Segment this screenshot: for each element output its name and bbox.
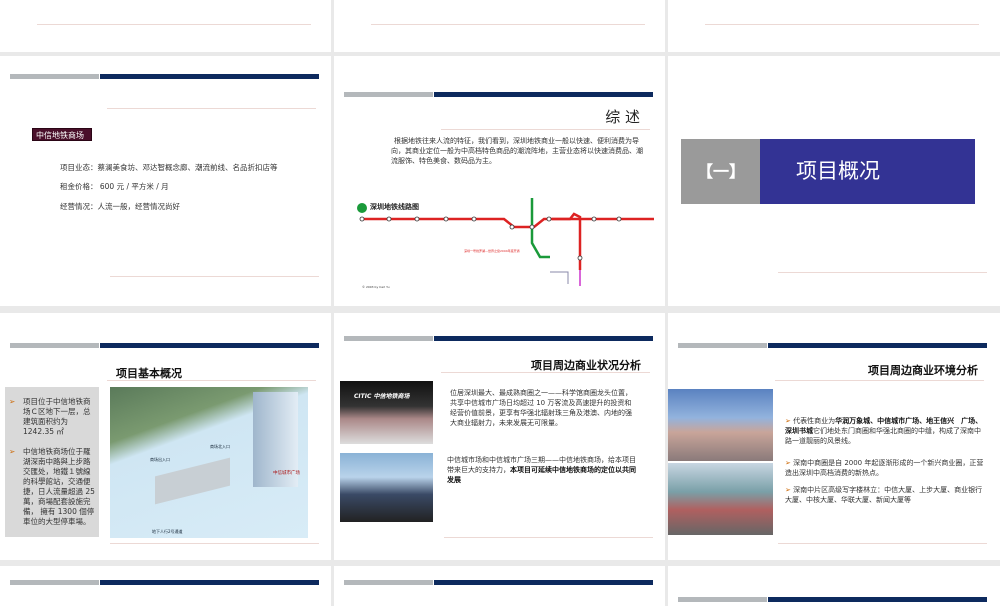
header-bar-navy	[434, 580, 653, 585]
slide-title: 项目周边商业环境分析	[868, 364, 978, 377]
bullet: ➢ 项目位于中信地铁商场Ｃ区地下一层，总建筑面积约为1242.35 ㎡	[9, 397, 91, 436]
info-line: 租金价格： 600 元 / 平方米 / 月	[60, 182, 169, 191]
slide-thumbnail-8[interactable]: 项目周边商业状况分析 CITIC 中信地铁商场 位居深圳最大、最成熟商圈之一——…	[334, 313, 665, 560]
slide-title: 项目周边商业状况分析	[531, 359, 641, 372]
slide-thumbnail-12[interactable]	[668, 566, 1000, 606]
header-bar-gray	[10, 343, 99, 348]
map-credit: © 2003 by Carl Yu	[362, 285, 390, 289]
slide-thumbnail-11[interactable]	[334, 566, 665, 606]
header-bar-gray	[10, 580, 99, 585]
plaza-label: 中信城市广场	[273, 471, 300, 476]
commercial-street-photo	[668, 389, 773, 461]
divider	[778, 543, 987, 544]
line-1	[362, 217, 654, 229]
slide-title: 综 述	[605, 108, 640, 126]
mall-sign: CITIC 中信地铁商场	[354, 393, 410, 400]
bullet: ➢ 代表性商业为华润万象城、中信城市广场、地王信兴 广场、深圳书城它们地处东门商…	[785, 417, 983, 445]
slide-thumbnail-10[interactable]	[0, 566, 331, 606]
divider	[371, 24, 645, 25]
header-bar-gray	[344, 92, 433, 97]
bullet: ➢ 深南中片区高级写字楼林立：中信大厦、上步大厦、商业银行大厦、中核大厦、华联大…	[785, 486, 983, 504]
section-title-box: 项目概况	[760, 139, 975, 204]
subway-map: 深圳一号线罗湖—世界之窗2004年底开通 © 2003 by Carl Yu 深…	[354, 198, 654, 293]
divider	[107, 108, 316, 109]
info-box: ➢ 项目位于中信地铁商场Ｃ区地下一层，总建筑面积约为1242.35 ㎡ ➢ 中信地铁…	[5, 387, 99, 537]
divider	[778, 272, 987, 273]
slide-thumbnail-5[interactable]: 综 述 根据地铁往来人流的特征，我们看到，深圳地铁商业一般以快速、便利消费为导向…	[334, 56, 665, 306]
info-line: 项目业态：蔡澜美食坊、邓达智概念廊、潮流前线、名品折扣店等	[60, 163, 278, 172]
arrow-bullet-icon: ➢	[785, 459, 794, 467]
summary-paragraph: 根据地铁往来人流的特征，我们看到，深圳地铁商业一般以快速、便利消费为导向，其商业…	[391, 137, 643, 165]
bullet: ➢ 深南中商圈是自 2000 年起逐渐形成的一个新兴商业圈，正营造出深圳中高档消…	[785, 459, 984, 477]
mall-block	[155, 457, 230, 505]
divider	[441, 372, 650, 373]
slide-thumbnail-4[interactable]: 中信地铁商场 项目业态：蔡澜美食坊、邓达智概念廊、潮流前线、名品折扣店等 租金价…	[0, 56, 331, 306]
entrance-label: 商场北入口	[210, 444, 230, 449]
divider	[107, 380, 316, 381]
divider	[441, 129, 650, 130]
header-bar-gray	[344, 336, 433, 341]
header-bar-navy	[100, 74, 319, 79]
metro-logo-icon	[357, 203, 367, 213]
header-bar-gray	[344, 580, 433, 585]
slide-thumbnail-3[interactable]	[668, 0, 1000, 52]
plaza-photo	[340, 453, 433, 522]
svg-text:深圳一号线罗湖—世界之窗2004年底开通: 深圳一号线罗湖—世界之窗2004年底开通	[464, 248, 520, 253]
divider	[110, 276, 319, 277]
analysis-paragraph: 中信城市场和中信城市广场三期——中信地铁商场，给本项目带来巨大的支持力，本项目可…	[447, 455, 637, 485]
header-bar-navy	[100, 580, 319, 585]
header-bar-navy	[434, 92, 653, 97]
site-illustration: 商场出入口 商场北入口 中信城市广场 地下人行2号通道	[110, 387, 308, 538]
mall-sign-photo: CITIC 中信地铁商场	[340, 381, 433, 444]
entrance-label: 商场出入口	[150, 457, 170, 462]
header-bar-navy	[768, 343, 987, 348]
divider	[37, 24, 311, 25]
underpass-label: 地下人行2号通道	[152, 529, 183, 534]
header-bar-navy	[100, 343, 319, 348]
header-bar-navy	[434, 336, 653, 341]
section-number-box: 【一】	[681, 139, 761, 204]
arrow-bullet-icon: ➢	[9, 397, 16, 406]
map-title: 深圳地铁线路图	[370, 203, 419, 211]
info-line: 经营情况：人流一般，经营情况尚好	[60, 202, 180, 211]
slide-thumbnail-1[interactable]	[0, 0, 331, 52]
analysis-paragraph: 位居深圳最大、最成熟商圈之一——科学馆商圈龙头位置，共享中信城市广场日均超过 1…	[450, 389, 632, 427]
slide-title: 项目基本概况	[116, 367, 182, 380]
slide-thumbnail-7[interactable]: 项目基本概况 ➢ 项目位于中信地铁商场Ｃ区地下一层，总建筑面积约为1242.35 …	[0, 313, 331, 560]
skyline-photo	[668, 463, 773, 535]
slide-thumbnail-6[interactable]: 【一】 项目概况	[668, 56, 1000, 306]
arrow-bullet-icon: ➢	[785, 486, 794, 494]
slide-thumbnail-9[interactable]: 项目周边商业环境分析 ➢ 代表性商业为华润万象城、中信城市广场、地王信兴 广场、…	[668, 313, 1000, 560]
divider	[110, 543, 319, 544]
bullet: ➢ 中信地铁商场位于羅湖深南中路與上步路交匯处，地鐵１號線的科學館站，交通便捷，日…	[9, 447, 95, 526]
divider	[705, 24, 979, 25]
section-label: 中信地铁商场	[32, 128, 92, 141]
slide-thumbnail-2[interactable]	[334, 0, 665, 52]
divider	[444, 537, 653, 538]
header-bar-gray	[678, 343, 767, 348]
header-bar-gray	[10, 74, 99, 79]
arrow-bullet-icon: ➢	[9, 447, 16, 456]
divider	[775, 380, 984, 381]
arrow-bullet-icon: ➢	[785, 417, 794, 425]
